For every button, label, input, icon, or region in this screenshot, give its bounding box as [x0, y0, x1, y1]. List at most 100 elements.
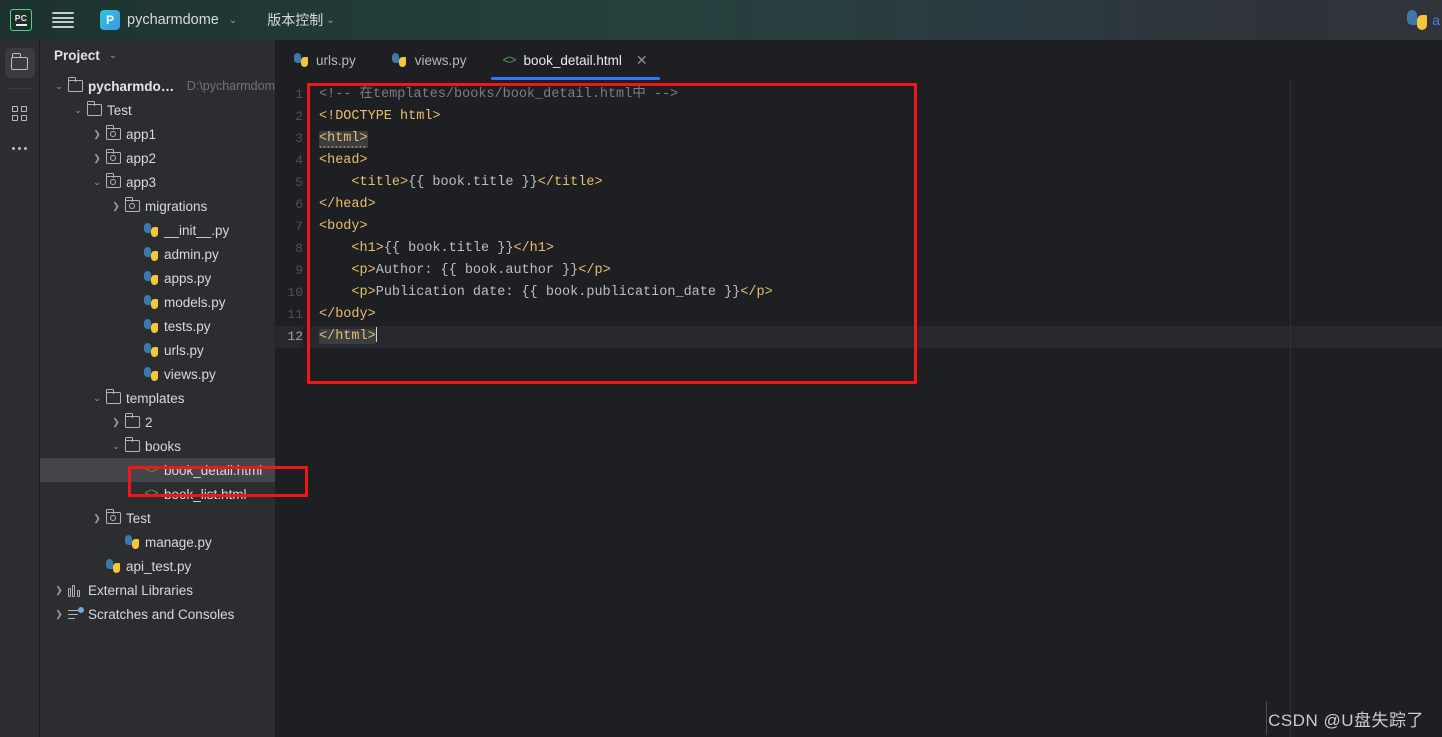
library-icon	[66, 584, 84, 597]
python-icon-top	[1407, 10, 1417, 25]
tree-row-app1[interactable]: ❯app1	[40, 122, 275, 146]
main-menu-icon[interactable]	[52, 12, 74, 28]
project-selector[interactable]: P pycharmdome ⌄	[96, 8, 241, 32]
tree-row-book-detail-html[interactable]: <>book_detail.html	[40, 458, 275, 482]
chevron-down-icon[interactable]: ⌄	[90, 178, 104, 187]
title-bar: PC P pycharmdome ⌄ 版本控制 ⌄ a	[0, 0, 1442, 40]
chevron-right-icon[interactable]: ❯	[90, 154, 104, 163]
chevron-right-icon[interactable]: ❯	[52, 586, 66, 595]
close-icon[interactable]: ✕	[636, 52, 648, 69]
tree-item-label: External Libraries	[88, 583, 193, 598]
tree-row-models-py[interactable]: models.py	[40, 290, 275, 314]
version-control-selector[interactable]: 版本控制 ⌄	[267, 10, 334, 30]
code-line[interactable]: <body>	[309, 216, 1442, 238]
tree-row-api-test-py[interactable]: api_test.py	[40, 554, 275, 578]
tree-row-test[interactable]: ⌄Test	[40, 98, 275, 122]
sidebar-item-structure[interactable]	[5, 99, 35, 129]
tree-row-books[interactable]: ⌄books	[40, 434, 275, 458]
code-line[interactable]: <head>	[309, 150, 1442, 172]
code-line[interactable]: <title>{{ book.title }}</title>	[309, 172, 1442, 194]
tree-row-app2[interactable]: ❯app2	[40, 146, 275, 170]
editor-vertical-divider	[1290, 80, 1291, 737]
tree-item-label: book_list.html	[164, 487, 247, 502]
hamburger-line-4	[52, 26, 74, 28]
project-file-tree: ⌄pycharmdomeD:\pycharmdom⌄Test❯app1❯app2…	[40, 74, 275, 626]
chevron-down-icon[interactable]: ⌄	[52, 82, 66, 91]
tree-row-external-libraries[interactable]: ❯ External Libraries	[40, 578, 275, 602]
tab-label: book_detail.html	[524, 53, 622, 68]
pycharm-logo-text: PC	[15, 14, 28, 22]
line-number: 11	[275, 304, 303, 326]
python-file-icon	[142, 367, 160, 382]
code-line[interactable]: <!-- 在templates/books/book_detail.html中 …	[309, 84, 1442, 106]
python-file-icon	[142, 343, 160, 358]
tree-row-templates[interactable]: ⌄templates	[40, 386, 275, 410]
tree-item-label: admin.py	[164, 247, 219, 262]
tree-row-book-list-html[interactable]: <>book_list.html	[40, 482, 275, 506]
python-file-icon	[392, 53, 407, 68]
code-line[interactable]: <p>Publication date: {{ book.publication…	[309, 282, 1442, 304]
line-number: 8	[275, 238, 303, 260]
hamburger-line-2	[52, 17, 74, 19]
python-file-icon	[142, 271, 160, 286]
code-line[interactable]: </head>	[309, 194, 1442, 216]
tree-row-admin-py[interactable]: admin.py	[40, 242, 275, 266]
project-name-label: pycharmdome	[127, 12, 219, 28]
module-folder-icon	[104, 152, 122, 164]
chevron-down-icon[interactable]: ⌄	[90, 394, 104, 403]
tree-item-label: views.py	[164, 367, 216, 382]
folder-icon	[123, 440, 141, 452]
tree-row-urls-py[interactable]: urls.py	[40, 338, 275, 362]
tree-row-2[interactable]: ❯2	[40, 410, 275, 434]
chevron-right-icon[interactable]: ❯	[109, 202, 123, 211]
chevron-right-icon[interactable]: ❯	[90, 130, 104, 139]
tree-row-scratches-and-consoles[interactable]: ❯Scratches and Consoles	[40, 602, 275, 626]
truncated-right-label: a	[1432, 12, 1440, 28]
chevron-down-icon[interactable]: ⌄	[109, 442, 123, 451]
module-folder-icon	[104, 128, 122, 140]
tab-label: urls.py	[316, 53, 356, 68]
tree-row-test[interactable]: ❯Test	[40, 506, 275, 530]
line-number: 2	[275, 106, 303, 128]
folder-icon	[11, 57, 28, 70]
folder-icon	[85, 104, 103, 116]
tab-views-py[interactable]: views.py	[374, 40, 485, 80]
folder-icon	[123, 416, 141, 428]
code-line[interactable]: <!DOCTYPE html>	[309, 106, 1442, 128]
tree-row-migrations[interactable]: ❯migrations	[40, 194, 275, 218]
chevron-right-icon[interactable]: ❯	[52, 610, 66, 619]
code-content[interactable]: <!-- 在templates/books/book_detail.html中 …	[309, 80, 1442, 737]
pycharm-logo-icon: PC	[10, 9, 32, 31]
tree-row-views-py[interactable]: views.py	[40, 362, 275, 386]
code-line[interactable]: </body>	[309, 304, 1442, 326]
tree-row-manage-py[interactable]: manage.py	[40, 530, 275, 554]
tree-item-label: pycharmdome	[88, 79, 179, 94]
chevron-right-icon[interactable]: ❯	[90, 514, 104, 523]
tab-book-detail-html[interactable]: <>book_detail.html✕	[485, 40, 666, 80]
tree-row-pycharmdome[interactable]: ⌄pycharmdomeD:\pycharmdom	[40, 74, 275, 98]
python-file-icon	[293, 53, 308, 68]
sidebar-item-more[interactable]	[5, 133, 35, 163]
line-number: 4	[275, 150, 303, 172]
tree-item-label: book_detail.html	[164, 463, 262, 478]
line-number: 9	[275, 260, 303, 282]
chevron-down-icon: ⌄	[229, 15, 237, 26]
chevron-down-icon[interactable]: ⌄	[71, 106, 85, 115]
chevron-right-icon[interactable]: ❯	[109, 418, 123, 427]
project-panel-header[interactable]: Project ⌄	[40, 40, 275, 70]
python-interpreter-icon[interactable]	[1406, 9, 1428, 31]
sidebar-item-project[interactable]	[5, 48, 35, 78]
tab-urls-py[interactable]: urls.py	[275, 40, 374, 80]
code-line[interactable]: <p>Author: {{ book.author }}</p>	[309, 260, 1442, 282]
tree-row--init-py[interactable]: __init__.py	[40, 218, 275, 242]
watermark-label: CSDN @U盘失踪了	[1268, 706, 1424, 731]
tree-item-label: apps.py	[164, 271, 211, 286]
chevron-down-icon: ⌄	[109, 50, 117, 61]
code-line[interactable]: </html>	[309, 326, 1442, 348]
tree-row-tests-py[interactable]: tests.py	[40, 314, 275, 338]
code-line[interactable]: <h1>{{ book.title }}</h1>	[309, 238, 1442, 260]
tree-item-label: app3	[126, 175, 156, 190]
code-line[interactable]: <html>	[309, 128, 1442, 150]
tree-row-app3[interactable]: ⌄ app3	[40, 170, 275, 194]
tree-row-apps-py[interactable]: apps.py	[40, 266, 275, 290]
